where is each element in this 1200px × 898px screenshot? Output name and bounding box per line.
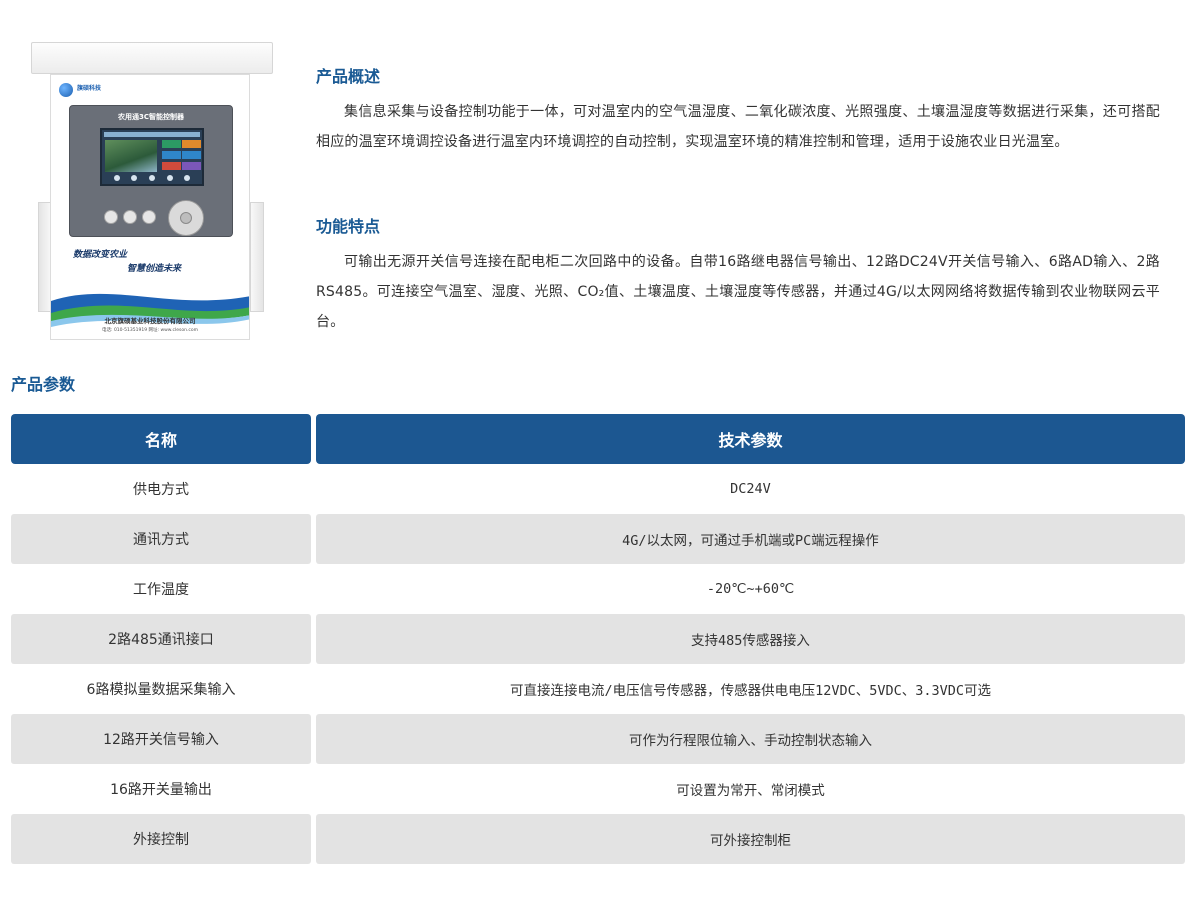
screen-nav-dot	[166, 175, 173, 181]
param-name: 工作温度	[133, 582, 189, 598]
brand-name: 旗硕科技	[77, 85, 102, 92]
table-row: 16路开关量输出 可设置为常开、常闭模式	[11, 764, 1185, 814]
product-image: 旗硕科技 农用通3C智能控制器 数据改变农业 智慧创造未来 北京旗硕基业科技股份…	[28, 40, 274, 342]
table-row: 工作温度 -20℃~+60℃	[11, 564, 1185, 614]
greenhouse-photo	[105, 140, 157, 172]
cabinet-body: 旗硕科技 农用通3C智能控制器 数据改变农业 智慧创造未来 北京旗硕基业科技股份…	[50, 74, 250, 340]
screen-tile	[182, 162, 201, 170]
param-value: 可设置为常开、常闭模式	[676, 783, 825, 799]
control-panel: 农用通3C智能控制器	[69, 105, 233, 237]
param-value: -20℃~+60℃	[706, 581, 795, 597]
panel-button	[142, 210, 156, 224]
table-row: 通讯方式 4G/以太网，可通过手机端或PC端远程操作	[11, 514, 1185, 564]
param-name: 6路模拟量数据采集输入	[86, 682, 236, 698]
direction-pad-center	[180, 212, 192, 224]
params-title: 产品参数	[11, 375, 76, 394]
brand-logo-icon	[59, 83, 73, 97]
screen-tile	[162, 140, 181, 148]
param-value: DC24V	[730, 481, 771, 497]
screen-tile	[162, 151, 181, 159]
param-name: 供电方式	[133, 482, 189, 498]
overview-text: 集信息采集与设备控制功能于一体，可对温室内的空气温湿度、二氧化碳浓度、光照强度、…	[316, 104, 1160, 150]
header-spec: 技术参数	[316, 414, 1185, 464]
screen-nav-dot	[184, 175, 191, 181]
overview-title: 产品概述	[316, 67, 381, 86]
panel-button	[104, 210, 118, 224]
display-screen	[100, 128, 204, 186]
param-name: 2路485通讯接口	[11, 614, 311, 664]
param-value: 可直接连接电流/电压信号传感器，传感器供电电压12VDC、5VDC、3.3VDC…	[509, 683, 992, 699]
screen-tile	[182, 140, 201, 148]
param-value: 支持485传感器接入	[316, 614, 1185, 664]
cabinet-side-right	[250, 202, 264, 312]
param-name: 16路开关量输出	[110, 782, 212, 798]
screen-nav	[108, 175, 196, 182]
screen-nav-dot	[148, 175, 155, 181]
contact-line: 电话: 010-51351919 网址: www.cleson.com	[102, 328, 198, 333]
header-name: 名称	[11, 414, 311, 464]
table-row: 供电方式 DC24V	[11, 464, 1185, 514]
table-row: 2路485通讯接口 支持485传感器接入	[11, 614, 1185, 664]
params-table: 名称 技术参数 供电方式 DC24V 通讯方式 4G/以太网，可通过手机端或PC…	[11, 414, 1185, 864]
slogan-line-1: 数据改变农业	[73, 250, 128, 260]
param-name: 12路开关信号输入	[11, 714, 311, 764]
panel-title: 农用通3C智能控制器	[117, 113, 184, 121]
param-value: 可外接控制柜	[316, 814, 1185, 864]
features-text: 可输出无源开关信号连接在配电柜二次回路中的设备。自带16路继电器信号输出、12路…	[316, 254, 1160, 330]
screen-tile	[162, 162, 181, 170]
direction-pad-icon	[168, 200, 204, 236]
screen-header-bar	[104, 132, 200, 137]
screen-tile	[182, 151, 201, 159]
features-title: 功能特点	[316, 217, 381, 236]
table-header: 名称 技术参数	[11, 414, 1185, 464]
param-name: 通讯方式	[11, 514, 311, 564]
param-name: 外接控制	[11, 814, 311, 864]
cabinet-top	[31, 42, 273, 74]
table-row: 12路开关信号输入 可作为行程限位输入、手动控制状态输入	[11, 714, 1185, 764]
param-value: 4G/以太网，可通过手机端或PC端远程操作	[316, 514, 1185, 564]
screen-nav-dot	[113, 175, 120, 181]
company-name: 北京旗硕基业科技股份有限公司	[104, 317, 196, 325]
panel-button	[123, 210, 137, 224]
screen-nav-dot	[131, 175, 138, 181]
table-row: 外接控制 可外接控制柜	[11, 814, 1185, 864]
table-row: 6路模拟量数据采集输入 可直接连接电流/电压信号传感器，传感器供电电压12VDC…	[11, 664, 1185, 714]
param-value: 可作为行程限位输入、手动控制状态输入	[316, 714, 1185, 764]
